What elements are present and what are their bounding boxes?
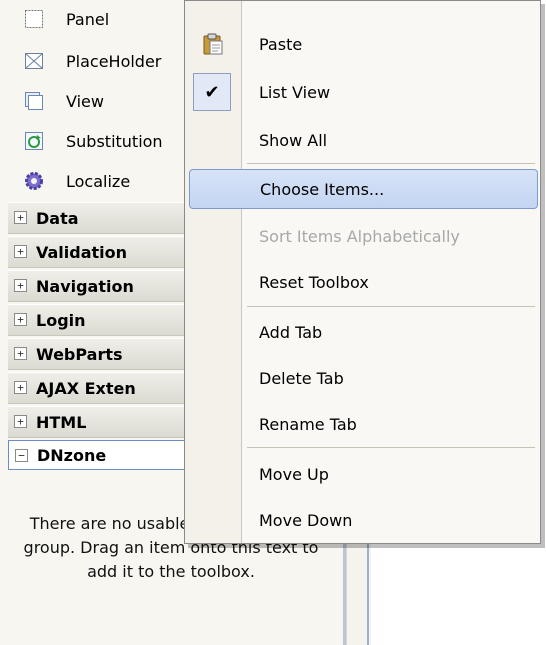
menu-item-label: Choose Items... [260,179,385,199]
menu-item-label: Rename Tab [259,414,357,434]
panel-icon [24,9,44,29]
menu-item-label: Reset Toolbox [259,272,369,292]
toolbox-item-label: Localize [66,171,131,191]
category-label: Navigation [36,276,134,296]
menu-item-reset-toolbox[interactable]: Reset Toolbox [185,259,540,305]
category-label: HTML [36,412,87,432]
menu-separator [247,163,535,164]
menu-item-label: Paste [259,34,303,54]
expand-icon[interactable]: + [14,415,27,428]
menu-item-show-all[interactable]: Show All [185,117,540,163]
menu-item-delete-tab[interactable]: Delete Tab [185,355,540,401]
placeholder-icon [24,51,44,71]
context-menu: Paste ✔ List View Show All Choose Items.… [184,0,541,544]
menu-item-sort-alphabetically[interactable]: Sort Items Alphabetically [185,213,540,259]
expand-icon[interactable]: + [14,279,27,292]
menu-item-choose-items[interactable]: Choose Items... [189,169,538,209]
toolbox-item-label: Substitution [66,131,163,151]
toolbox-item-label: Panel [66,9,110,29]
category-label: Login [36,310,86,330]
menu-item-label: Move Down [259,510,353,530]
category-label: Data [36,208,79,228]
toolbox-item-label: PlaceHolder [66,51,162,71]
menu-item-paste[interactable]: Paste [185,21,540,67]
menu-item-label: Show All [259,130,328,150]
category-label: DNzone [37,445,107,465]
menu-item-label: Move Up [259,464,329,484]
expand-icon[interactable]: + [14,313,27,326]
menu-item-label: Sort Items Alphabetically [259,226,460,246]
expand-icon[interactable]: + [14,211,27,224]
view-icon [24,91,44,111]
category-label: AJAX Exten [36,378,136,398]
toolbox-item-label: View [66,91,104,111]
menu-item-move-down[interactable]: Move Down [185,497,540,543]
menu-item-label: Delete Tab [259,368,344,388]
substitution-icon [24,131,44,151]
menu-item-move-up[interactable]: Move Up [185,451,540,497]
category-label: WebParts [36,344,123,364]
menu-item-list-view[interactable]: ✔ List View [185,69,540,115]
menu-item-label: Add Tab [259,322,323,342]
menu-item-label: List View [259,82,331,102]
gear-icon [24,171,44,191]
expand-icon[interactable]: + [14,381,27,394]
category-label: Validation [36,242,128,262]
expand-icon[interactable]: + [14,245,27,258]
checkmark-icon: ✔ [193,73,231,111]
menu-separator [247,306,535,307]
expand-icon[interactable]: + [14,347,27,360]
clipboard-icon [201,32,225,56]
menu-separator [247,447,535,448]
collapse-icon[interactable]: − [15,449,28,462]
menu-item-rename-tab[interactable]: Rename Tab [185,401,540,447]
menu-item-add-tab[interactable]: Add Tab [185,309,540,355]
